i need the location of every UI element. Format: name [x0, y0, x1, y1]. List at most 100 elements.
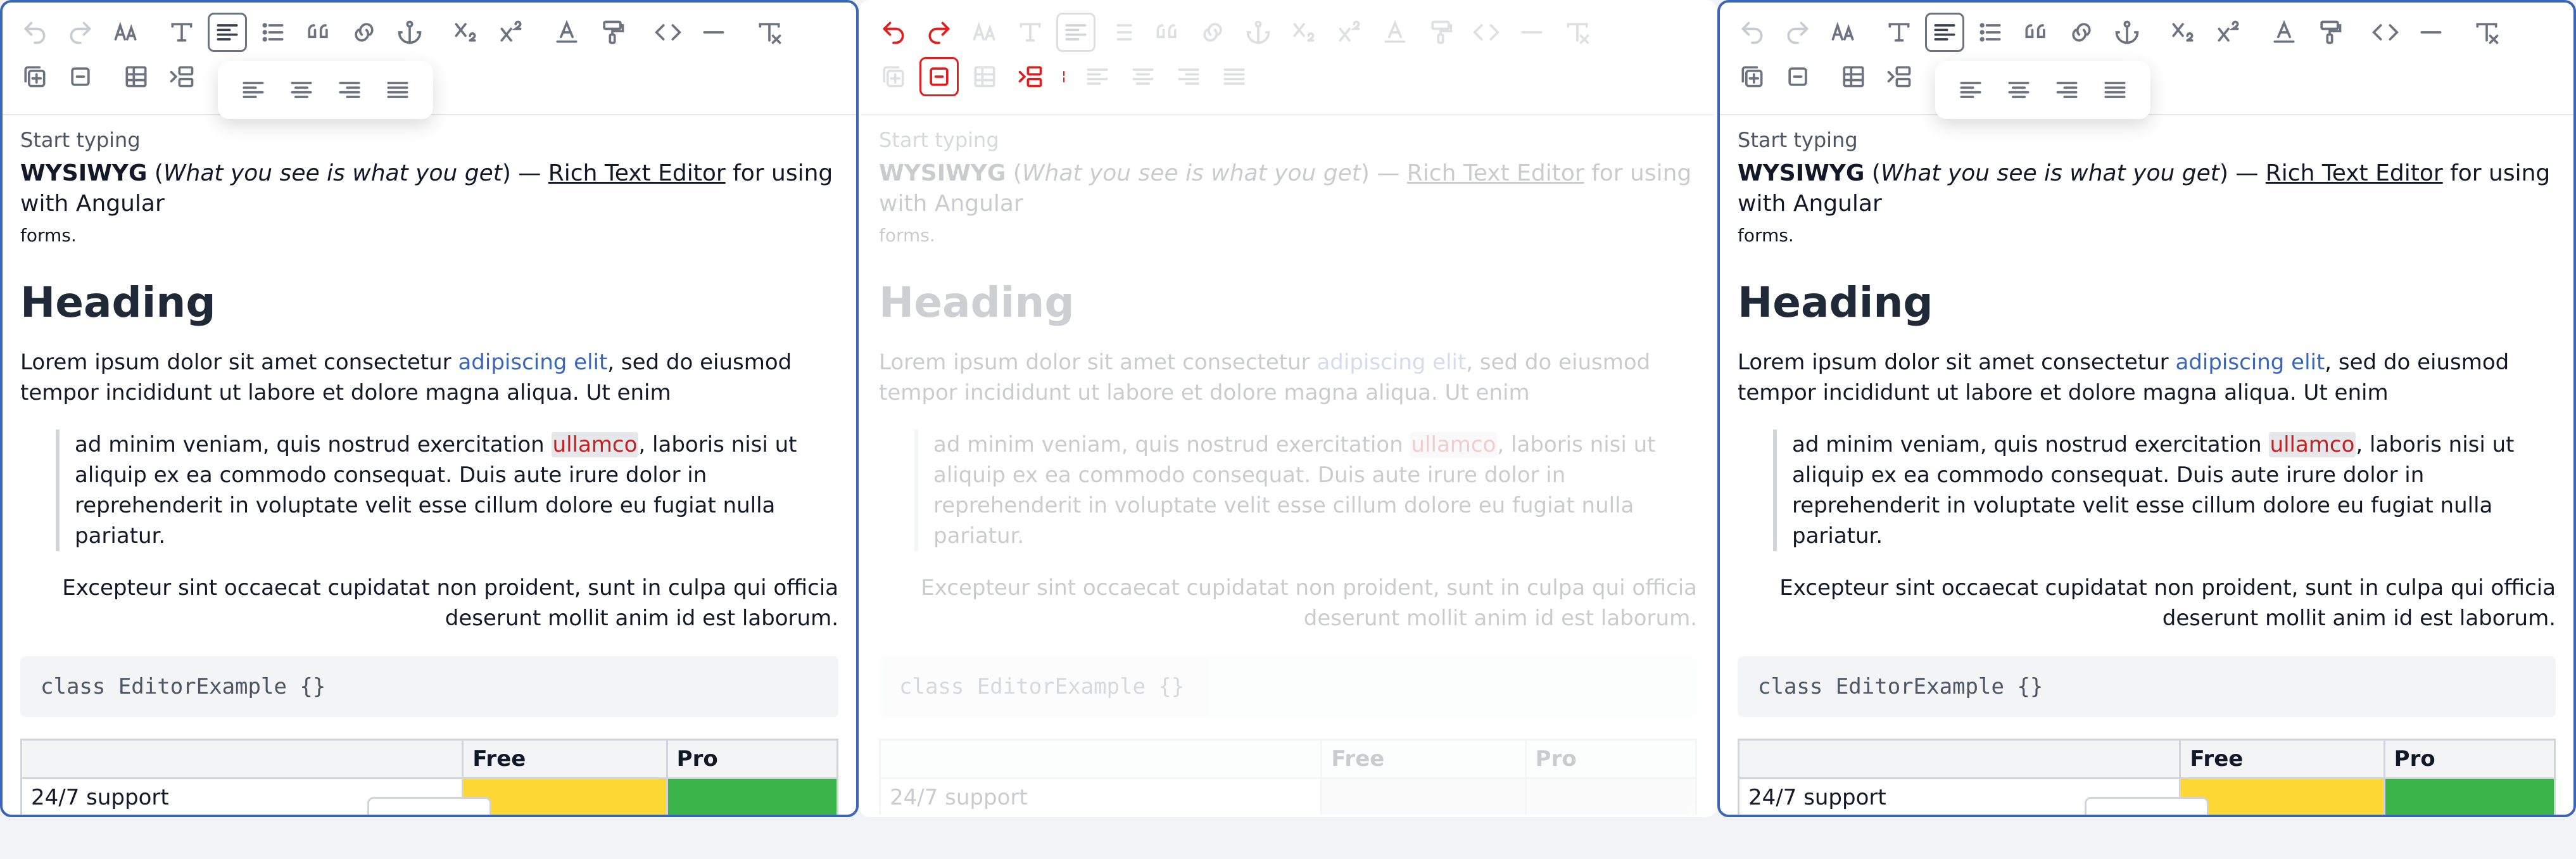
superscript-icon[interactable]	[1330, 13, 1369, 52]
editor-content[interactable]: Start typing WYSIWYG (What you see is wh…	[861, 115, 1715, 815]
text-color-icon[interactable]	[547, 13, 586, 52]
link-icon[interactable]	[1193, 13, 1232, 52]
table-icon[interactable]	[1834, 57, 1873, 96]
insert-cell-icon[interactable]	[1733, 57, 1772, 96]
editor-content[interactable]: Start typing WYSIWYG (What you see is wh…	[1720, 115, 2573, 815]
align-center-icon[interactable]	[1123, 57, 1163, 96]
paint-icon[interactable]	[593, 13, 632, 52]
redo-icon[interactable]	[61, 13, 100, 52]
editor-content[interactable]: Start typing WYSIWYG (What you see is wh…	[3, 115, 856, 815]
table-header-cell[interactable]: Free	[2179, 739, 2385, 779]
clear-format-icon[interactable]	[750, 13, 789, 52]
table-cell-green[interactable]	[2383, 777, 2556, 815]
table-cell-green[interactable]	[1524, 777, 1698, 815]
table-header-cell[interactable]: Free	[462, 739, 668, 779]
horizontal-rule-icon[interactable]	[694, 13, 733, 52]
table-icon[interactable]	[117, 57, 156, 96]
align-left-icon[interactable]	[1950, 70, 1991, 110]
code-icon[interactable]	[2366, 13, 2405, 52]
list-icon[interactable]	[1102, 13, 1141, 52]
rich-text-editor-link[interactable]: Rich Text Editor	[548, 160, 726, 186]
align-right-icon[interactable]	[2047, 70, 2087, 110]
align-right-icon[interactable]	[329, 70, 370, 110]
anchor-icon[interactable]	[1239, 13, 1278, 52]
align-justify-icon[interactable]	[1215, 57, 1254, 96]
font-size-icon[interactable]	[965, 13, 1004, 52]
subscript-icon[interactable]	[2163, 13, 2202, 52]
table-header-cell[interactable]	[20, 739, 464, 779]
list-icon[interactable]	[253, 13, 293, 52]
quote-icon[interactable]	[299, 13, 338, 52]
insert-row-icon[interactable]	[1011, 57, 1050, 96]
remove-cell-icon[interactable]	[919, 57, 959, 96]
anchor-icon[interactable]	[2107, 13, 2147, 52]
align-icon[interactable]	[208, 13, 247, 52]
para-link[interactable]: adipiscing elit	[2175, 350, 2325, 375]
align-center-icon[interactable]	[1998, 70, 2039, 110]
quote-icon[interactable]	[1147, 13, 1187, 52]
table-cell[interactable]: 24/7 support	[878, 777, 1323, 815]
clear-format-icon[interactable]	[1558, 13, 1597, 52]
link-icon[interactable]	[344, 13, 384, 52]
table-cell-yellow[interactable]	[1320, 777, 1527, 815]
horizontal-rule-icon[interactable]	[1512, 13, 1551, 52]
quote-icon[interactable]	[2016, 13, 2055, 52]
undo-icon[interactable]	[874, 13, 913, 52]
subscript-icon[interactable]	[446, 13, 485, 52]
align-icon[interactable]	[1056, 13, 1095, 52]
superscript-icon[interactable]	[2209, 13, 2248, 52]
rich-text-editor-link[interactable]: Rich Text Editor	[1407, 160, 1584, 186]
table-header-cell[interactable]: Pro	[1524, 739, 1698, 779]
insert-cell-icon[interactable]	[15, 57, 54, 96]
align-icon[interactable]	[1925, 13, 1964, 52]
redo-icon[interactable]	[1778, 13, 1817, 52]
rich-text-editor-link[interactable]: Rich Text Editor	[2266, 160, 2443, 186]
undo-icon[interactable]	[15, 13, 54, 52]
text-color-icon[interactable]	[1375, 13, 1415, 52]
insert-row-icon[interactable]	[1879, 57, 1919, 96]
align-left-icon[interactable]	[233, 70, 274, 110]
table-header-cell[interactable]: Pro	[666, 739, 839, 779]
para-link[interactable]: adipiscing elit	[458, 350, 607, 375]
code-icon[interactable]	[648, 13, 688, 52]
font-size-icon[interactable]	[106, 13, 146, 52]
paint-icon[interactable]	[2310, 13, 2349, 52]
table-cell-yellow[interactable]	[2179, 777, 2385, 815]
paint-icon[interactable]	[1421, 13, 1460, 52]
anchor-icon[interactable]	[390, 13, 429, 52]
list-icon[interactable]	[1971, 13, 2010, 52]
bottom-control-button[interactable]	[367, 797, 491, 815]
text-color-icon[interactable]	[2264, 13, 2304, 52]
align-center-icon[interactable]	[281, 70, 322, 110]
remove-cell-icon[interactable]	[61, 57, 100, 96]
text-style-icon[interactable]	[1011, 13, 1050, 52]
align-left-icon[interactable]	[1078, 57, 1117, 96]
link-icon[interactable]	[2062, 13, 2101, 52]
table-header-cell[interactable]: Free	[1320, 739, 1527, 779]
table-cell-yellow[interactable]	[462, 777, 668, 815]
table-icon[interactable]	[965, 57, 1004, 96]
align-right-icon[interactable]	[1169, 57, 1208, 96]
align-justify-icon[interactable]	[377, 70, 418, 110]
subscript-icon[interactable]	[1284, 13, 1323, 52]
table-header-cell[interactable]: Pro	[2383, 739, 2556, 779]
text-style-icon[interactable]	[1879, 13, 1919, 52]
clear-format-icon[interactable]	[2467, 13, 2506, 52]
bottom-control-button[interactable]	[2085, 797, 2209, 815]
horizontal-rule-icon[interactable]	[2411, 13, 2451, 52]
remove-cell-icon[interactable]	[1778, 57, 1817, 96]
table-cell-green[interactable]	[666, 777, 839, 815]
superscript-icon[interactable]	[491, 13, 531, 52]
undo-icon[interactable]	[1733, 13, 1772, 52]
font-size-icon[interactable]	[1824, 13, 1863, 52]
align-justify-icon[interactable]	[2095, 70, 2135, 110]
para-link[interactable]: adipiscing elit	[1316, 350, 1466, 375]
column-split-icon[interactable]	[1056, 57, 1071, 96]
code-icon[interactable]	[1467, 13, 1506, 52]
table-header-cell[interactable]	[878, 739, 1323, 779]
insert-row-icon[interactable]	[162, 57, 201, 96]
table-header-cell[interactable]	[1737, 739, 2181, 779]
text-style-icon[interactable]	[162, 13, 201, 52]
insert-cell-icon[interactable]	[874, 57, 913, 96]
redo-icon[interactable]	[919, 13, 959, 52]
